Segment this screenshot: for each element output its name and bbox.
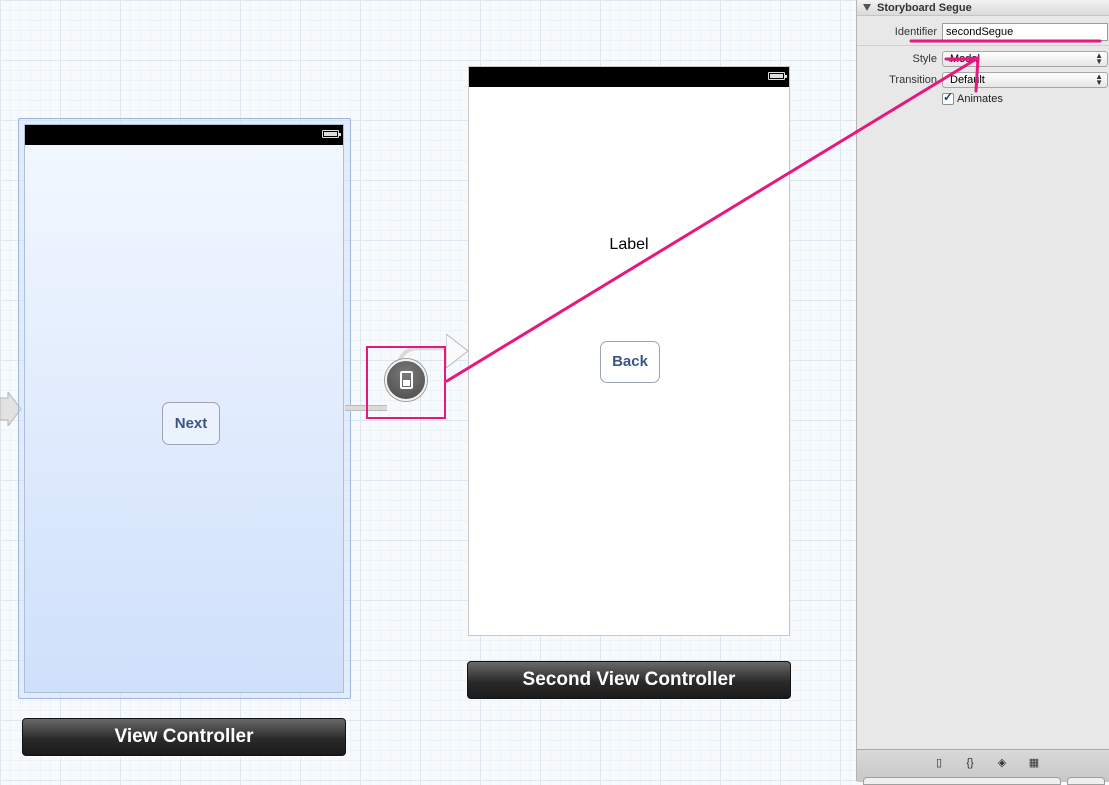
identifier-label: Identifier xyxy=(894,26,937,38)
attributes-inspector: Storyboard Segue Identifier secondSegue … xyxy=(856,0,1109,785)
popup-arrows-icon: ▲ ▼ xyxy=(1095,51,1103,66)
status-bar xyxy=(25,125,343,145)
view-controller-view[interactable]: Next xyxy=(24,124,344,693)
library-tab-bar: ▯ {} ◈ ▦ xyxy=(857,749,1109,785)
divider xyxy=(857,45,1109,46)
second-view-controller-scene[interactable]: Label Back xyxy=(468,66,790,636)
style-value: Modal xyxy=(950,53,980,65)
storyboard-segue-header[interactable]: Storyboard Segue xyxy=(857,0,1109,16)
animates-checkbox[interactable]: ✓ xyxy=(942,90,954,106)
popup-arrows-icon: ▲ ▼ xyxy=(1095,72,1103,87)
section-title: Storyboard Segue xyxy=(877,2,972,14)
second-view-controller-scene-title[interactable]: Second View Controller xyxy=(467,661,791,699)
animates-label: Animates xyxy=(957,93,1003,106)
file-template-icon[interactable]: ▯ xyxy=(931,756,947,770)
status-bar xyxy=(469,67,789,87)
battery-icon xyxy=(322,130,341,138)
transition-label: Transition xyxy=(889,74,937,86)
segue-arrow-icon xyxy=(446,334,469,368)
checkmark-icon: ✓ xyxy=(943,90,954,105)
style-popup[interactable]: Modal ▲ ▼ xyxy=(942,51,1108,67)
label[interactable]: Label xyxy=(469,236,789,254)
library-view-toggle[interactable] xyxy=(1067,777,1105,785)
next-button[interactable]: Next xyxy=(162,402,220,445)
segue-highlight-box xyxy=(366,346,446,419)
view-controller-scene[interactable]: Next xyxy=(18,118,351,699)
battery-icon xyxy=(768,72,787,80)
library-filter-well[interactable] xyxy=(863,777,1061,785)
view-controller-scene-title[interactable]: View Controller xyxy=(22,718,346,756)
style-label: Style xyxy=(912,53,937,65)
animates-option[interactable]: ✓ Animates xyxy=(942,90,1003,107)
storyboard-canvas[interactable]: Next Label Back View Controller Second V… xyxy=(0,0,856,781)
transition-value: Default xyxy=(950,74,985,86)
disclosure-triangle-icon[interactable] xyxy=(863,4,871,11)
object-library-icon[interactable]: ◈ xyxy=(994,756,1010,770)
media-library-icon[interactable]: ▦ xyxy=(1026,756,1042,770)
identifier-field[interactable]: secondSegue xyxy=(942,23,1108,41)
back-button[interactable]: Back xyxy=(600,341,660,383)
code-snippet-icon[interactable]: {} xyxy=(962,756,978,770)
transition-popup[interactable]: Default ▲ ▼ xyxy=(942,72,1108,88)
